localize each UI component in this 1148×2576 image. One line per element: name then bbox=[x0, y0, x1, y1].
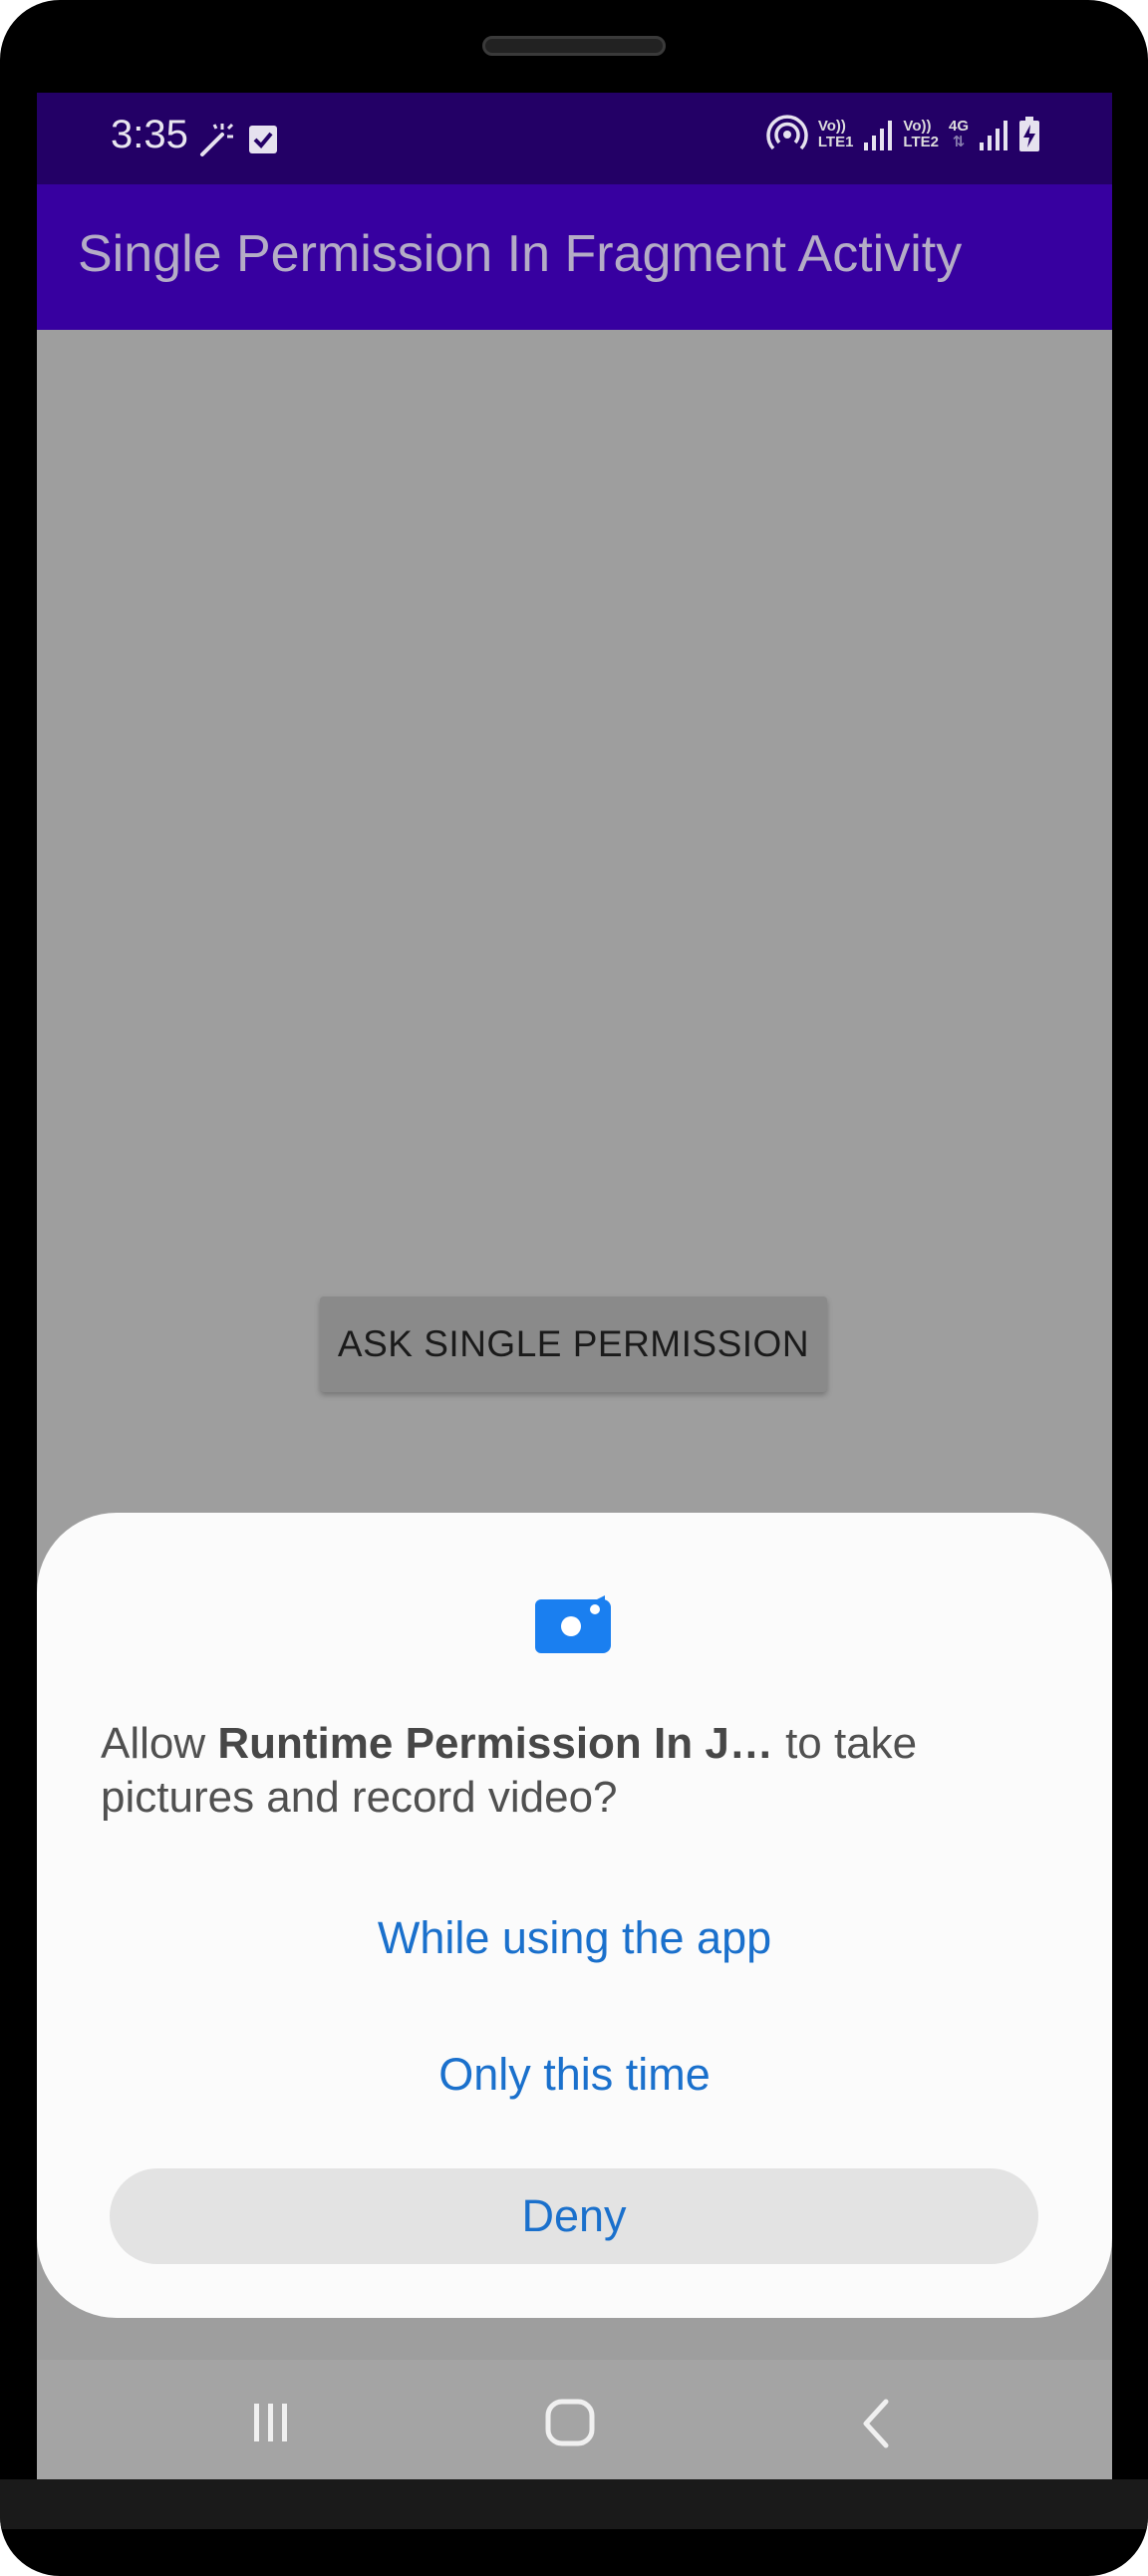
camera-icon bbox=[535, 1595, 611, 1653]
sim2-lte-label: LTE2 bbox=[903, 134, 939, 150]
sim1-label: Vo)) LTE1 bbox=[818, 119, 854, 150]
screen: 3:35 Vo)) LTE1 Vo)) LTE2 4G ⇅ Single Per… bbox=[37, 93, 1112, 2484]
recent-apps-icon[interactable] bbox=[246, 2398, 294, 2445]
device-frame: 3:35 Vo)) LTE1 Vo)) LTE2 4G ⇅ Single Per… bbox=[0, 0, 1148, 2576]
bottom-bezel bbox=[0, 2479, 1148, 2529]
message-app-name: Runtime Permission In J… bbox=[217, 1719, 773, 1768]
sim2-label: Vo)) LTE2 bbox=[903, 119, 939, 150]
sim1-volte-label: Vo)) bbox=[817, 118, 846, 135]
signal-sim2-icon bbox=[980, 121, 1007, 150]
app-bar: Single Permission In Fragment Activity bbox=[37, 184, 1112, 330]
status-bar: 3:35 Vo)) LTE1 Vo)) LTE2 4G ⇅ bbox=[37, 93, 1112, 184]
home-icon[interactable] bbox=[543, 2398, 599, 2449]
message-prefix: Allow bbox=[101, 1719, 218, 1768]
status-right-icons: Vo)) LTE1 Vo)) LTE2 4G ⇅ bbox=[766, 115, 1040, 154]
speaker-grille bbox=[482, 36, 666, 56]
sim2-volte-label: Vo)) bbox=[903, 118, 932, 135]
network-type-label: 4G bbox=[948, 118, 969, 135]
while-using-app-button[interactable]: While using the app bbox=[37, 1912, 1112, 1964]
signal-sim1-icon bbox=[864, 121, 893, 150]
status-time: 3:35 bbox=[111, 113, 188, 156]
app-title: Single Permission In Fragment Activity bbox=[78, 225, 963, 283]
only-this-time-button[interactable]: Only this time bbox=[37, 2049, 1112, 2101]
network-type: 4G ⇅ bbox=[949, 119, 969, 150]
magic-wand-icon bbox=[200, 123, 234, 156]
data-arrows-icon: ⇅ bbox=[952, 134, 966, 150]
ask-single-permission-button[interactable]: ASK SINGLE PERMISSION bbox=[320, 1296, 827, 1392]
battery-charging-icon bbox=[1019, 117, 1039, 151]
hotspot-icon bbox=[766, 115, 808, 150]
sim1-lte-label: LTE1 bbox=[817, 134, 854, 150]
navigation-bar bbox=[37, 2360, 1112, 2484]
status-left-icons bbox=[196, 121, 278, 158]
checkbox-icon bbox=[249, 126, 277, 153]
permission-message: Allow Runtime Permission In J… to take p… bbox=[101, 1717, 1057, 1825]
deny-button[interactable]: Deny bbox=[110, 2168, 1038, 2264]
back-icon[interactable] bbox=[856, 2398, 896, 2449]
